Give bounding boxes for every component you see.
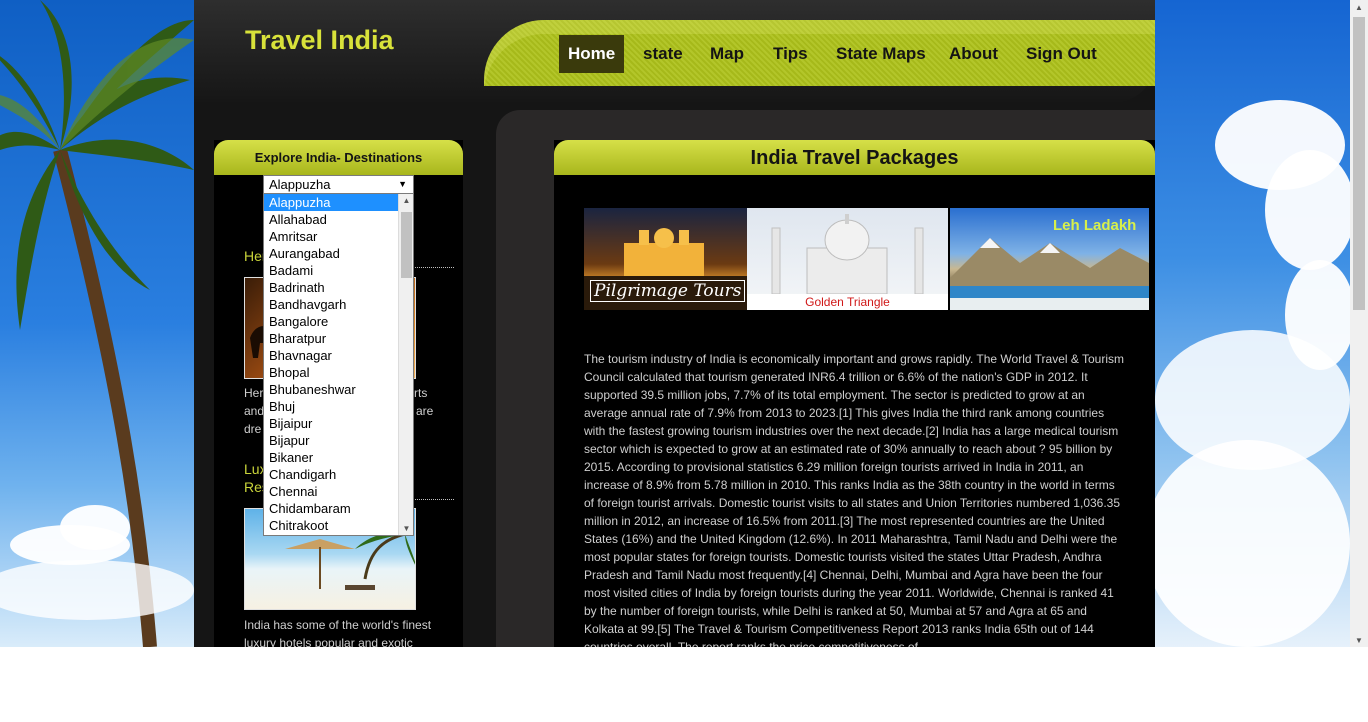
- heritage-text-d: are: [416, 404, 434, 418]
- main-panel: India Travel Packages Pilgrimage Tours G…: [554, 140, 1155, 647]
- palm-background-left: [0, 0, 194, 647]
- destination-options-list[interactable]: Alappuzha Allahabad Amritsar Aurangabad Bada…: [263, 193, 414, 536]
- destination-option[interactable]: Bangalore: [264, 313, 398, 330]
- banner-caption-pilgrimage: Pilgrimage Tours: [590, 280, 746, 302]
- banner-caption-leh-ladakh: Leh Ladakh: [1053, 217, 1137, 234]
- nav-state[interactable]: state: [634, 35, 692, 73]
- tourism-paragraph: The tourism industry of India is economi…: [584, 352, 1124, 647]
- scroll-down-arrow-icon[interactable]: ▼: [399, 524, 413, 533]
- banner-caption-golden-triangle: Golden Triangle: [747, 294, 948, 310]
- luxury-text: India has some of the world's finest lux…: [244, 618, 432, 647]
- heritage-text-a: Her: [244, 386, 264, 400]
- destination-option[interactable]: Badrinath: [264, 279, 398, 296]
- page-scroll-up-icon[interactable]: ▲: [1350, 3, 1368, 12]
- page-scroll-thumb[interactable]: [1353, 17, 1365, 310]
- page-scroll-down-icon[interactable]: ▼: [1350, 636, 1368, 645]
- nav-map[interactable]: Map: [701, 35, 753, 73]
- destination-option[interactable]: Bikaner: [264, 449, 398, 466]
- destination-select-value: Alappuzha: [269, 177, 331, 192]
- destination-option[interactable]: Bhuj: [264, 398, 398, 415]
- browser-viewport: Travel India Home state Map Tips State M…: [0, 0, 1350, 647]
- site-logo[interactable]: Travel India: [245, 25, 394, 56]
- destination-option[interactable]: Bhubaneshwar: [264, 381, 398, 398]
- destination-option[interactable]: Bharatpur: [264, 330, 398, 347]
- listbox-scroll-thumb[interactable]: [401, 212, 412, 278]
- page-scrollbar[interactable]: ▲ ▼: [1350, 0, 1368, 647]
- options-container: Alappuzha Allahabad Amritsar Aurangabad Bada…: [264, 194, 413, 534]
- destination-option[interactable]: Bandhavgarh: [264, 296, 398, 313]
- destination-option[interactable]: Chandigarh: [264, 466, 398, 483]
- scroll-up-arrow-icon[interactable]: ▲: [399, 196, 413, 205]
- listbox-scrollbar[interactable]: ▲ ▼: [398, 194, 413, 535]
- destination-option[interactable]: Amritsar: [264, 228, 398, 245]
- destination-option[interactable]: Aurangabad: [264, 245, 398, 262]
- destination-option[interactable]: Chitrakoot: [264, 517, 398, 534]
- sky-background-right: [1155, 0, 1350, 647]
- destination-option[interactable]: Bhopal: [264, 364, 398, 381]
- destination-option[interactable]: Badami: [264, 262, 398, 279]
- nav-about[interactable]: About: [940, 35, 1007, 73]
- nav-tips[interactable]: Tips: [764, 35, 817, 73]
- destination-option[interactable]: Allahabad: [264, 211, 398, 228]
- destination-option[interactable]: Alappuzha: [264, 194, 398, 211]
- destination-option[interactable]: Chidambaram: [264, 500, 398, 517]
- site-header: Travel India Home state Map Tips State M…: [194, 0, 1155, 102]
- destination-select[interactable]: Alappuzha ▼: [263, 175, 414, 194]
- banner-leh-ladakh[interactable]: Leh Ladakh: [950, 208, 1149, 310]
- destination-option[interactable]: Chennai: [264, 483, 398, 500]
- nav-state-maps[interactable]: State Maps: [827, 35, 935, 73]
- destination-option[interactable]: Bijapur: [264, 432, 398, 449]
- banner-golden-triangle[interactable]: Golden Triangle: [747, 208, 948, 310]
- banner-pilgrimage-tours[interactable]: Pilgrimage Tours: [584, 208, 747, 310]
- blank-area: [0, 647, 1368, 722]
- heritage-text-b: rts: [414, 386, 428, 400]
- main-heading: India Travel Packages: [554, 140, 1155, 175]
- nav-sign-out[interactable]: Sign Out: [1017, 35, 1106, 73]
- nav-home[interactable]: Home: [559, 35, 625, 73]
- sidebar-heading: Explore India- Destinations: [214, 140, 463, 175]
- destination-option[interactable]: Bijaipur: [264, 415, 398, 432]
- heritage-text-c: and: [244, 404, 265, 418]
- chevron-down-icon[interactable]: ▼: [398, 176, 407, 193]
- destination-option[interactable]: Bhavnagar: [264, 347, 398, 364]
